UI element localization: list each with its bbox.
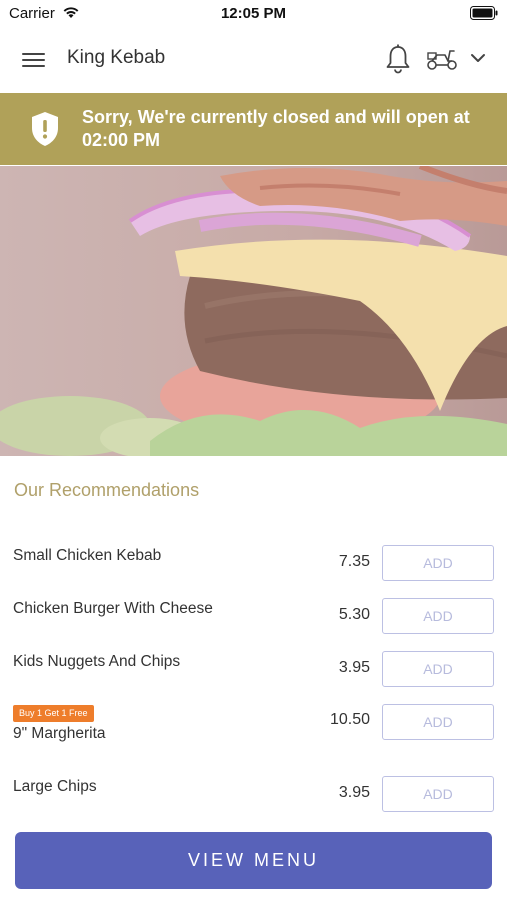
closed-banner: Sorry, We're currently closed and will o… [0, 93, 507, 165]
add-button[interactable]: ADD [382, 651, 494, 687]
item-name: Small Chicken Kebab [13, 547, 162, 564]
recommendations-title: Our Recommendations [14, 480, 200, 500]
item-price: 10.50 [329, 711, 370, 728]
recommendation-item: Chicken Burger With Cheese 5.30 ADD [0, 598, 507, 638]
shield-alert-icon [32, 112, 58, 146]
item-price: 7.35 [338, 553, 370, 570]
menu-icon[interactable] [22, 50, 46, 70]
restaurant-title: King Kebab [67, 47, 166, 68]
item-price: 3.95 [338, 784, 370, 801]
battery-icon [470, 6, 498, 20]
status-bar: Carrier 12:05 PM [0, 0, 507, 28]
item-name: Large Chips [13, 778, 97, 795]
recommendation-item: Large Chips 3.95 ADD [0, 776, 507, 816]
item-price: 5.30 [338, 606, 370, 623]
scooter-icon[interactable] [426, 46, 458, 72]
add-button[interactable]: ADD [382, 776, 494, 812]
nav-bar: King Kebab [0, 28, 507, 92]
add-button[interactable]: ADD [382, 704, 494, 740]
item-name: Kids Nuggets And Chips [13, 653, 181, 670]
item-name: Chicken Burger With Cheese [13, 600, 213, 617]
status-time: 12:05 PM [220, 5, 287, 22]
add-button[interactable]: ADD [382, 545, 494, 581]
recommendation-item: Kids Nuggets And Chips 3.95 ADD [0, 651, 507, 691]
recommendation-item: Buy 1 Get 1 Free 9" Margherita 10.50 ADD [0, 704, 507, 748]
view-menu-button[interactable]: VIEW MENU [15, 832, 492, 889]
hero-image [0, 166, 507, 456]
item-name: 9" Margherita [13, 725, 106, 742]
closed-message: Sorry, We're currently closed and will o… [82, 107, 470, 150]
promo-badge: Buy 1 Get 1 Free [13, 705, 94, 722]
recommendation-item: Small Chicken Kebab 7.35 ADD [0, 545, 507, 585]
bell-icon[interactable] [385, 44, 411, 74]
add-button[interactable]: ADD [382, 598, 494, 634]
chevron-down-icon[interactable] [470, 52, 486, 64]
item-price: 3.95 [338, 659, 370, 676]
